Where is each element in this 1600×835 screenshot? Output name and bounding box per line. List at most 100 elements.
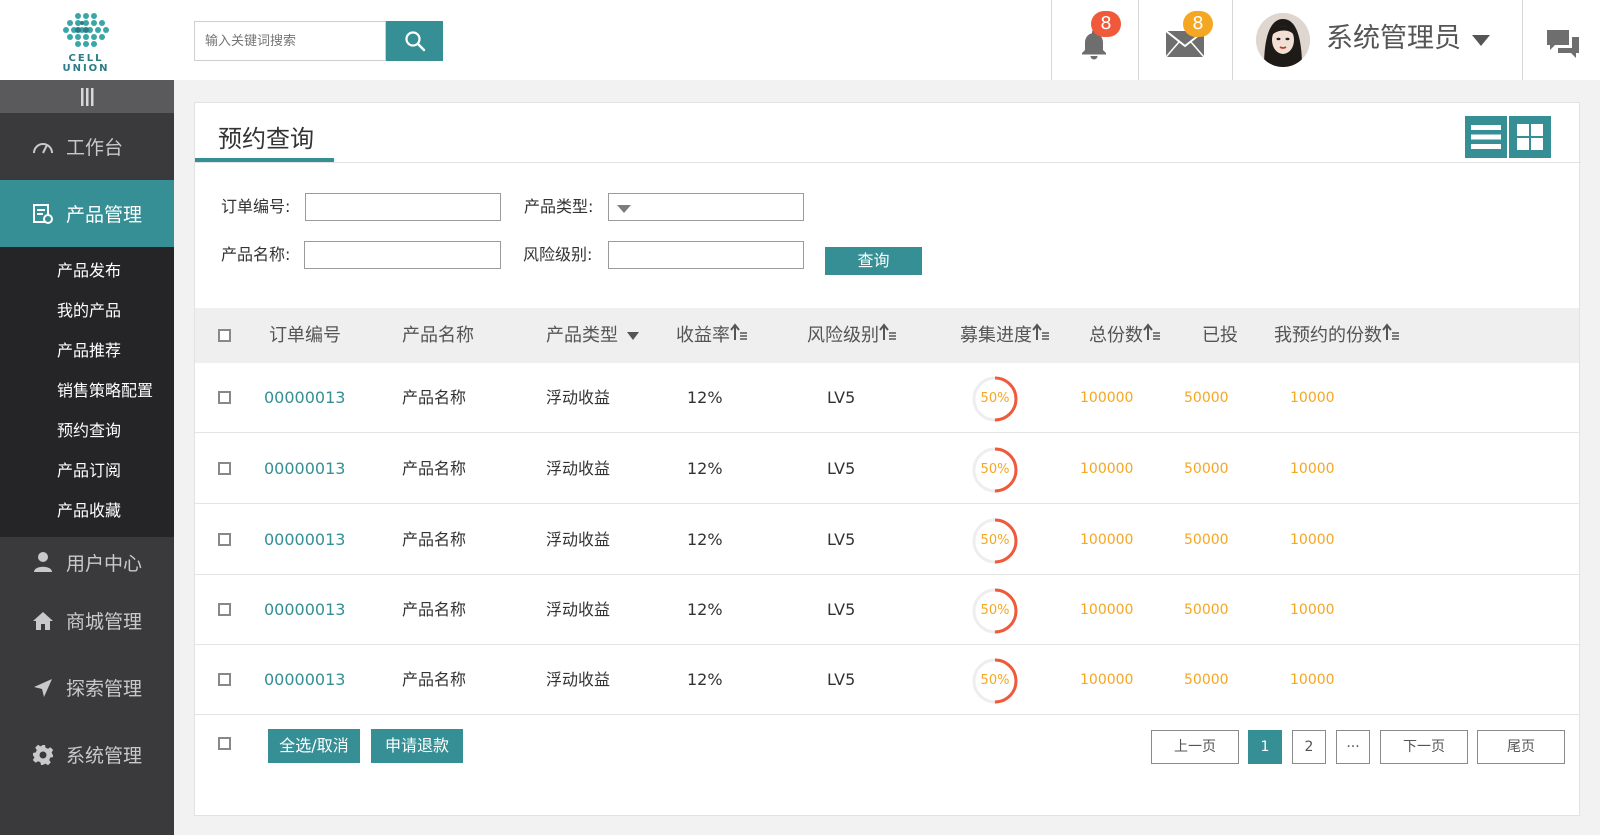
order-no-link[interactable]: 00000013 (264, 434, 345, 504)
risk-level-cell: LV5 (827, 600, 856, 619)
list-view-button[interactable] (1465, 116, 1507, 158)
total-shares-cell: 100000 (1080, 390, 1134, 406)
search-input[interactable] (194, 21, 386, 61)
select-all-button[interactable]: 全选/取消 (268, 729, 360, 763)
row-checkbox[interactable] (218, 603, 231, 616)
dashboard-icon (32, 136, 54, 158)
reserved-shares-cell: 10000 (1290, 602, 1335, 618)
progress-label: 50% (980, 603, 1010, 618)
sidebar-item-system-management[interactable]: 系统管理 (0, 721, 174, 788)
submenu-item-sales-strategy[interactable]: 销售策略配置 (0, 371, 174, 411)
reserved-shares-cell: 10000 (1290, 461, 1335, 477)
row-checkbox[interactable] (218, 462, 231, 475)
sidebar-item-product-management[interactable]: 产品管理 (0, 180, 174, 247)
product-type-select[interactable] (608, 193, 804, 221)
header-yield-rate-label: 收益率 (676, 325, 730, 346)
table-row: 00000013 产品名称 浮动收益 12% LV5 50% 100000 50… (195, 645, 1579, 715)
product-type-cell: 浮动收益 (546, 600, 611, 619)
row-checkbox[interactable] (218, 533, 231, 546)
product-name-input[interactable] (304, 241, 501, 269)
submenu-item-reservation-query[interactable]: 预约查询 (0, 411, 174, 451)
order-no-input[interactable] (305, 193, 501, 221)
header-my-reserved-shares[interactable]: 我预约的份数 (1274, 308, 1400, 363)
sidebar-submenu: 产品发布 我的产品 产品推荐 销售策略配置 预约查询 产品订阅 产品收藏 (0, 247, 174, 537)
title-divider (195, 162, 1581, 163)
sidebar-item-explore-management[interactable]: 探索管理 (0, 654, 174, 721)
header-product-name: 产品名称 (402, 325, 474, 346)
order-no-link[interactable]: 00000013 (264, 575, 345, 645)
header-product-type[interactable]: 产品类型 (546, 308, 640, 363)
header-risk-level[interactable]: 风险级别 (807, 308, 897, 363)
progress-label: 50% (980, 462, 1010, 477)
product-type-label: 产品类型: (524, 197, 594, 216)
risk-level-cell: LV5 (827, 530, 856, 549)
submenu-item-product-favorites[interactable]: 产品收藏 (0, 491, 174, 531)
grid-view-icon (1517, 124, 1543, 150)
header-divider (1138, 0, 1139, 80)
sidebar: 工作台 产品管理 产品发布 我的产品 产品推荐 销售策略配置 预约查询 产品订阅… (0, 80, 174, 835)
home-icon (32, 610, 54, 632)
order-no-link[interactable]: 00000013 (264, 363, 345, 433)
submenu-item-product-recommend[interactable]: 产品推荐 (0, 331, 174, 371)
sidebar-item-dashboard[interactable]: 工作台 (0, 113, 174, 180)
avatar[interactable] (1256, 13, 1310, 67)
header-progress-label: 募集进度 (960, 325, 1032, 346)
header-total-shares-label: 总份数 (1089, 325, 1143, 346)
row-checkbox[interactable] (218, 673, 231, 686)
reserved-shares-cell: 10000 (1290, 532, 1335, 548)
sort-ascending-icon (879, 323, 896, 340)
main-panel: 预约查询 订单编号: 产品类型: 产品名称: 风险级别: 查询 订单编号 产品名… (194, 102, 1581, 816)
product-type-cell: 浮动收益 (546, 388, 611, 407)
notification-button[interactable]: 8 (1078, 11, 1121, 64)
invested-cell: 50000 (1184, 602, 1229, 618)
sidebar-item-label: 探索管理 (66, 678, 143, 700)
chevron-down-icon[interactable] (1472, 35, 1490, 46)
page-1-button[interactable]: 1 (1248, 730, 1282, 764)
invested-cell: 50000 (1184, 461, 1229, 477)
risk-level-cell: LV5 (827, 388, 856, 407)
header-total-shares[interactable]: 总份数 (1089, 308, 1161, 363)
table-row: 00000013 产品名称 浮动收益 12% LV5 50% 100000 50… (195, 363, 1579, 433)
next-page-button[interactable]: 下一页 (1380, 730, 1468, 764)
progress-label: 50% (980, 533, 1010, 548)
collapse-bars-icon (81, 87, 94, 106)
order-no-link[interactable]: 00000013 (264, 645, 345, 715)
header-fundraising-progress[interactable]: 募集进度 (960, 308, 1050, 363)
page-2-button[interactable]: 2 (1292, 730, 1326, 764)
risk-level-cell: LV5 (827, 459, 856, 478)
chat-button[interactable] (1546, 29, 1580, 65)
row-checkbox[interactable] (218, 391, 231, 404)
message-button[interactable]: 8 (1165, 11, 1213, 62)
logo-text-line-2: UNION (62, 63, 110, 74)
sidebar-item-user-center[interactable]: 用户中心 (0, 537, 174, 587)
grid-view-button[interactable] (1509, 116, 1551, 158)
refund-button[interactable]: 申请退款 (371, 729, 463, 763)
prev-page-button[interactable]: 上一页 (1151, 730, 1239, 764)
submenu-item-my-products[interactable]: 我的产品 (0, 291, 174, 331)
notification-badge: 8 (1091, 11, 1121, 37)
cell-union-logo[interactable]: CELL UNION (52, 8, 172, 74)
sidebar-item-mall-management[interactable]: 商城管理 (0, 587, 174, 654)
search-button[interactable] (386, 21, 443, 61)
invested-cell: 50000 (1184, 532, 1229, 548)
query-button[interactable]: 查询 (825, 247, 922, 275)
submenu-item-product-subscription[interactable]: 产品订阅 (0, 451, 174, 491)
yield-rate-cell: 12% (687, 600, 723, 619)
table-row: 00000013 产品名称 浮动收益 12% LV5 50% 100000 50… (195, 575, 1579, 645)
last-page-button[interactable]: 尾页 (1477, 730, 1565, 764)
header-divider (1232, 0, 1233, 80)
header-checkbox[interactable] (218, 329, 231, 342)
sidebar-toggle[interactable] (0, 80, 174, 113)
footer-checkbox[interactable] (218, 737, 231, 750)
sidebar-item-label: 工作台 (66, 137, 124, 159)
sidebar-item-label: 产品管理 (66, 204, 143, 226)
navigation-icon (32, 677, 54, 699)
table-row: 00000013 产品名称 浮动收益 12% LV5 50% 100000 50… (195, 434, 1579, 504)
risk-level-input[interactable] (608, 241, 804, 269)
submenu-item-product-publish[interactable]: 产品发布 (0, 251, 174, 291)
user-name[interactable]: 系统管理员 (1326, 20, 1461, 58)
list-view-icon (1471, 125, 1501, 149)
header-yield-rate[interactable]: 收益率 (676, 308, 748, 363)
order-no-link[interactable]: 00000013 (264, 505, 345, 575)
page-ellipsis: ··· (1336, 730, 1370, 764)
